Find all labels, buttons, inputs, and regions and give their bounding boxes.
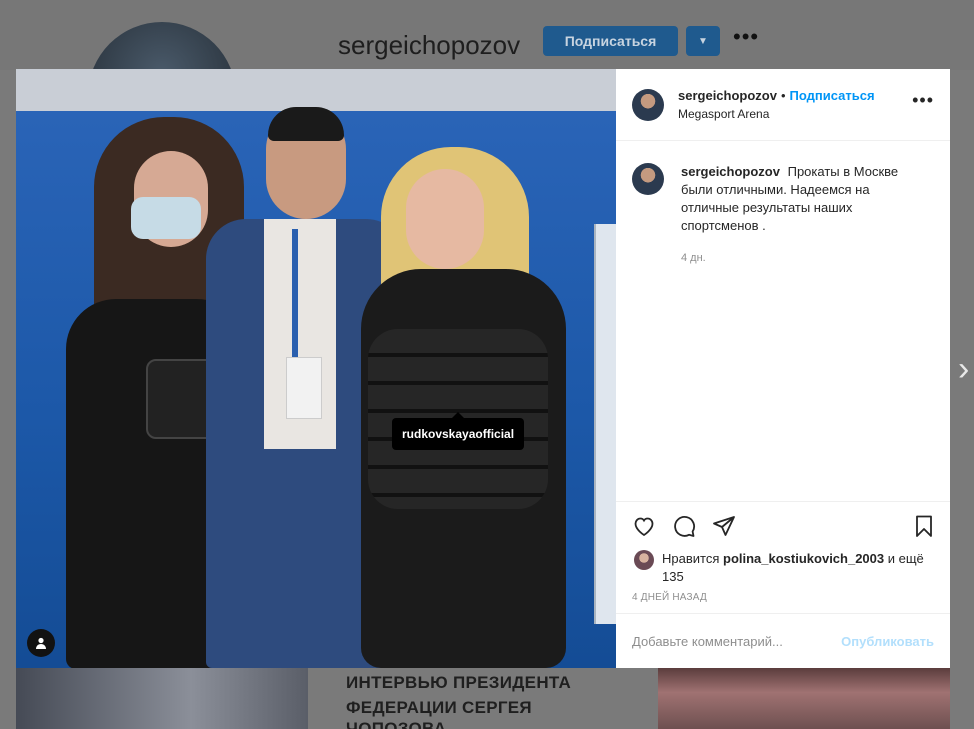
publish-button[interactable]: Опубликовать — [841, 634, 934, 649]
photo-user-tag[interactable]: rudkovskayaofficial — [392, 412, 525, 450]
profile-follow-button[interactable]: Подписаться — [543, 26, 678, 56]
liker-username-link[interactable]: polina_kostiukovich_2003 — [723, 551, 884, 566]
post-date[interactable]: 4 ДНЕЙ НАЗАД — [632, 592, 934, 603]
next-post-arrow-icon[interactable]: › — [958, 350, 969, 389]
caption: sergeichopozov Прокаты в Москве были отл… — [632, 163, 934, 267]
profile-more-options-icon[interactable]: ••• — [733, 24, 759, 50]
grid-thumbnail[interactable]: ИНТЕРВЬЮ ПРЕЗИДЕНТА ФЕДЕРАЦИИ СЕРГЕЯ ЧОП… — [310, 668, 630, 729]
author-avatar[interactable] — [632, 88, 664, 121]
caption-username-link[interactable]: sergeichopozov — [681, 164, 780, 179]
comments-section: sergeichopozov Прокаты в Москве были отл… — [616, 141, 950, 501]
thumbnail-text-line: ИНТЕРВЬЮ ПРЕЗИДЕНТА — [346, 673, 572, 692]
grid-thumbnail[interactable] — [16, 668, 308, 729]
separator-dot: • — [780, 87, 786, 103]
location-link[interactable]: Megasport Arena — [678, 105, 875, 123]
bookmark-icon[interactable] — [912, 514, 936, 543]
post-header: sergeichopozov • Подписаться Megasport Are… — [616, 69, 950, 141]
profile-suggestions-dropdown-button[interactable]: ▼ — [686, 26, 720, 56]
likes-summary: Нравится polina_kostiukovich_2003 и ещё … — [632, 550, 934, 586]
thumbnail-text-line: ФЕДЕРАЦИИ СЕРГЕЯ ЧОПОЗОВА — [346, 698, 532, 729]
post-actions: Нравится polina_kostiukovich_2003 и ещё … — [616, 501, 950, 613]
post-modal: rudkovskayaofficial sergeichopozov • Подпи… — [16, 69, 950, 668]
like-heart-icon[interactable] — [632, 514, 656, 538]
comment-bubble-icon[interactable] — [672, 514, 696, 538]
more-options-icon[interactable]: ••• — [912, 91, 934, 109]
likes-prefix: Нравится — [662, 551, 720, 566]
comment-form: Опубликовать — [616, 613, 950, 668]
post-sidebar: sergeichopozov • Подписаться Megasport Are… — [616, 69, 950, 668]
liker-avatar[interactable] — [634, 550, 654, 570]
grid-thumbnail[interactable] — [658, 668, 950, 729]
profile-username: sergeichopozov — [338, 30, 521, 60]
comment-input[interactable] — [632, 633, 832, 649]
caption-avatar[interactable] — [632, 163, 664, 195]
follow-link[interactable]: Подписаться — [790, 88, 875, 103]
author-username-link[interactable]: sergeichopozov — [678, 88, 777, 103]
tagged-users-icon[interactable] — [27, 629, 55, 657]
caption-timestamp[interactable]: 4 дн. — [681, 249, 921, 267]
share-paper-plane-icon[interactable] — [712, 514, 736, 538]
post-photo[interactable]: rudkovskayaofficial — [16, 69, 616, 668]
